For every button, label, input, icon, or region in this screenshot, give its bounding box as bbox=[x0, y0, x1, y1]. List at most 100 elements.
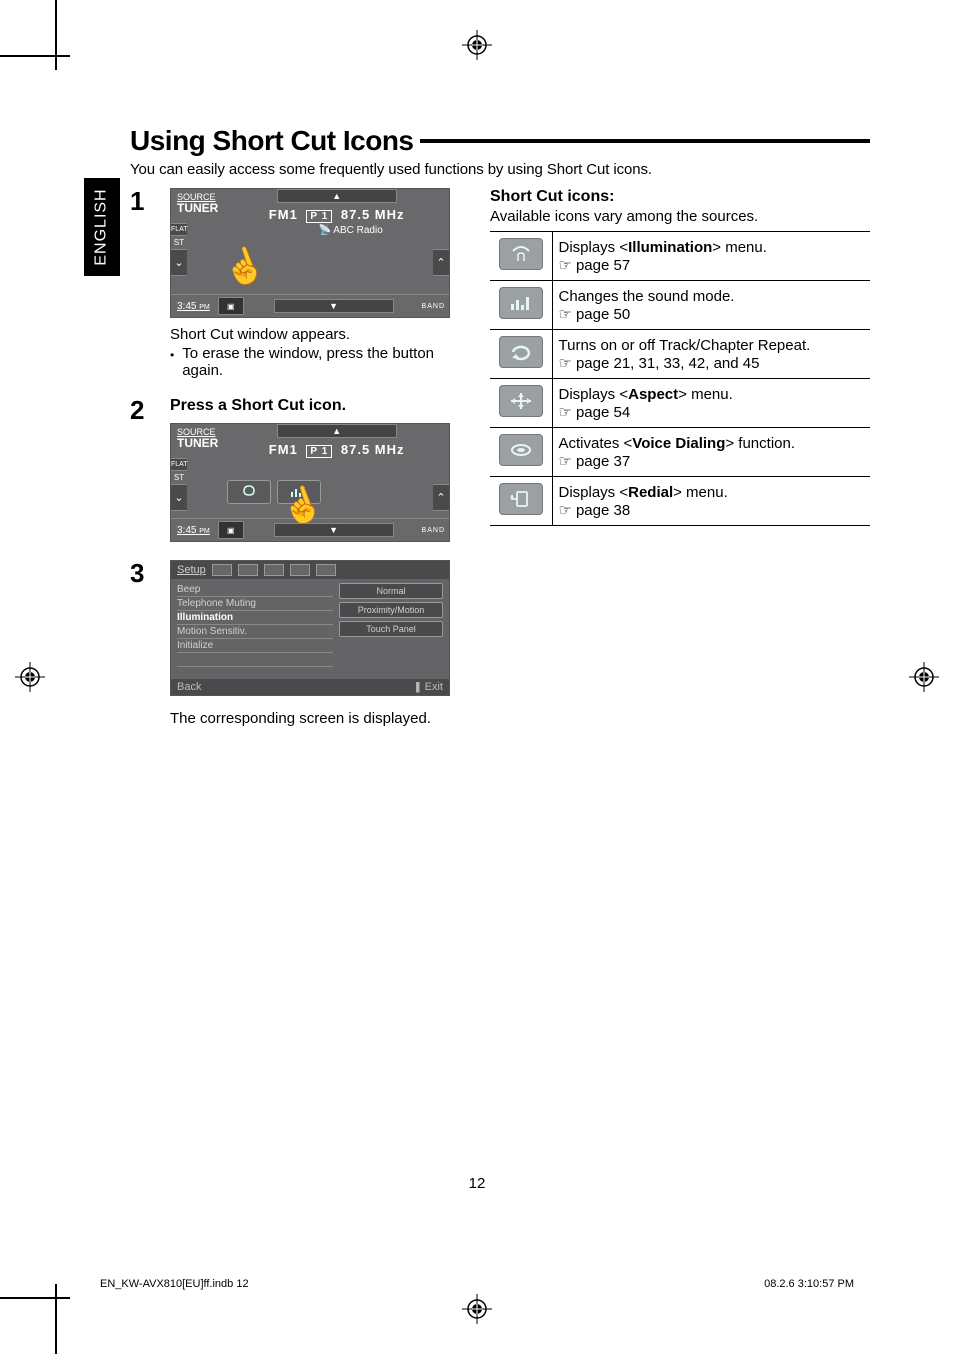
source-button[interactable]: SOURCE TUNER bbox=[171, 424, 224, 451]
title-rule bbox=[420, 139, 871, 143]
step-body: SOURCE TUNER ▲ FM1 P 1 87.5 MHz bbox=[170, 188, 450, 379]
registration-mark-icon bbox=[462, 30, 492, 60]
bullet-icon: • bbox=[170, 345, 174, 379]
page: ENGLISH Using Short Cut Icons You can ea… bbox=[0, 0, 954, 1354]
setup-tabs: Setup bbox=[171, 561, 449, 579]
registration-mark-icon bbox=[909, 662, 939, 692]
back-button[interactable]: Back bbox=[177, 681, 201, 693]
step-number: 1 bbox=[130, 188, 152, 379]
icon-description: Turns on or off Track/Chapter Repeat. pa… bbox=[552, 330, 870, 379]
footer-right: 08.2.6 3:10:57 PM bbox=[764, 1278, 854, 1290]
option-button[interactable]: Proximity/Motion bbox=[339, 602, 443, 618]
aspect-icon bbox=[499, 385, 543, 417]
redial-icon bbox=[499, 483, 543, 515]
language-tab-label: ENGLISH bbox=[93, 188, 111, 265]
step-body: Press a Short Cut icon. SOURCE TUNER ▲ bbox=[170, 397, 450, 542]
crop-mark bbox=[55, 0, 57, 70]
title-row: Using Short Cut Icons bbox=[130, 125, 870, 157]
setup-tab[interactable] bbox=[238, 564, 258, 576]
setup-screenshot: Setup Beep Telephone Muting bbox=[170, 560, 450, 696]
registration-mark-icon bbox=[462, 1294, 492, 1324]
flat-indicator: FLAT bbox=[171, 458, 187, 471]
setup-tab[interactable] bbox=[212, 564, 232, 576]
page-reference: page 21, 31, 33, 42, and 45 bbox=[559, 355, 760, 372]
voice-dialing-icon bbox=[499, 434, 543, 466]
step-1-caption: Short Cut window appears. bbox=[170, 326, 450, 343]
table-row: Activates <Voice Dialing> function. page… bbox=[490, 428, 870, 477]
page-reference: page 38 bbox=[559, 502, 631, 519]
step-number: 2 bbox=[130, 397, 152, 542]
table-row: Displays <Aspect> menu. page 54 bbox=[490, 379, 870, 428]
step-2-title: Press a Short Cut icon. bbox=[170, 397, 450, 415]
page-reference: page 57 bbox=[559, 257, 631, 274]
step-3: 3 Setup bbox=[130, 560, 450, 727]
left-chevron-button[interactable]: ⌄ bbox=[171, 484, 187, 511]
up-arrow-button[interactable]: ▲ bbox=[277, 424, 397, 438]
setup-title: Setup bbox=[177, 564, 206, 576]
list-item[interactable]: Beep bbox=[177, 583, 333, 597]
step-2: 2 Press a Short Cut icon. SOURCE TUNER ▲ bbox=[130, 397, 450, 542]
frequency-display: FM1 P 1 87.5 MHz bbox=[269, 438, 405, 460]
list-item[interactable]: Illumination bbox=[177, 611, 333, 625]
registration-mark-icon bbox=[15, 662, 45, 692]
option-button[interactable]: Touch Panel bbox=[339, 621, 443, 637]
list-item[interactable]: Motion Sensitiv. bbox=[177, 625, 333, 639]
frequency-display: FM1 P 1 87.5 MHz bbox=[269, 203, 405, 225]
setup-tab[interactable] bbox=[264, 564, 284, 576]
page-reference: page 37 bbox=[559, 453, 631, 470]
right-chevron-button[interactable]: ⌃ bbox=[433, 249, 449, 276]
list-item[interactable]: Telephone Muting bbox=[177, 597, 333, 611]
page-reference: page 54 bbox=[559, 404, 631, 421]
stereo-indicator: ST bbox=[171, 471, 187, 484]
step-number: 3 bbox=[130, 560, 152, 727]
icon-description: Displays <Aspect> menu. page 54 bbox=[552, 379, 870, 428]
page-number: 12 bbox=[0, 1175, 954, 1192]
band-button[interactable]: BAND bbox=[422, 527, 449, 534]
setup-options: Normal Proximity/Motion Touch Panel bbox=[339, 583, 449, 667]
list-item[interactable]: Initialize bbox=[177, 639, 333, 653]
stereo-indicator: ST bbox=[171, 236, 187, 249]
source-button[interactable]: SOURCE TUNER bbox=[171, 189, 224, 216]
step-3-caption: The corresponding screen is displayed. bbox=[170, 710, 450, 727]
setup-tab[interactable] bbox=[316, 564, 336, 576]
setup-menu-list: Beep Telephone Muting Illumination Motio… bbox=[171, 583, 339, 667]
list-item bbox=[177, 653, 333, 667]
setup-tab[interactable] bbox=[290, 564, 310, 576]
footer-left: EN_KW-AVX810[EU]ff.indb 12 bbox=[100, 1278, 249, 1290]
step-1-bullet: • To erase the window, press the button … bbox=[170, 345, 450, 379]
tuner-screenshot-1: SOURCE TUNER ▲ FM1 P 1 87.5 MHz bbox=[170, 188, 450, 318]
table-row: Displays <Redial> menu. page 38 bbox=[490, 477, 870, 526]
table-row: Changes the sound mode. page 50 bbox=[490, 281, 870, 330]
illumination-icon bbox=[499, 238, 543, 270]
up-arrow-button[interactable]: ▲ bbox=[277, 189, 397, 203]
stripes-icon: |||| bbox=[415, 681, 418, 693]
intro-text: You can easily access some frequently us… bbox=[130, 161, 870, 178]
down-arrow-button[interactable]: ▼ bbox=[274, 299, 394, 313]
tuner-screenshot-2: SOURCE TUNER ▲ FM1 P 1 87.5 MHz bbox=[170, 423, 450, 542]
band-button[interactable]: BAND bbox=[422, 303, 449, 310]
table-row: Turns on or off Track/Chapter Repeat. pa… bbox=[490, 330, 870, 379]
shortcut-illumination-button[interactable] bbox=[227, 480, 271, 504]
step-1: 1 SOURCE TUNER ▲ bbox=[130, 188, 450, 379]
content-area: ENGLISH Using Short Cut Icons You can ea… bbox=[130, 125, 870, 735]
av-button[interactable]: ▣ bbox=[218, 297, 244, 315]
crop-mark bbox=[0, 1297, 70, 1299]
shortcut-heading: Short Cut icons: bbox=[490, 188, 870, 206]
exit-button[interactable]: Exit bbox=[425, 681, 443, 693]
option-button[interactable]: Normal bbox=[339, 583, 443, 599]
right-chevron-button[interactable]: ⌃ bbox=[433, 484, 449, 511]
flat-indicator: FLAT bbox=[171, 223, 187, 236]
left-chevron-button[interactable]: ⌄ bbox=[171, 249, 187, 276]
left-column: 1 SOURCE TUNER ▲ bbox=[130, 188, 450, 735]
icon-description: Displays <Illumination> menu. page 57 bbox=[552, 232, 870, 281]
page-reference: page 50 bbox=[559, 306, 631, 323]
icon-description: Changes the sound mode. page 50 bbox=[552, 281, 870, 330]
icon-description: Displays <Redial> menu. page 38 bbox=[552, 477, 870, 526]
crop-mark bbox=[0, 55, 70, 57]
av-button[interactable]: ▣ bbox=[218, 521, 244, 539]
shortcut-icon-table: Displays <Illumination> menu. page 57 Ch… bbox=[490, 231, 870, 526]
clock-display: 3:45 PM bbox=[171, 523, 216, 538]
crop-mark bbox=[55, 1284, 57, 1354]
station-name: 📡 ABC Radio bbox=[291, 225, 383, 236]
footer: EN_KW-AVX810[EU]ff.indb 12 08.2.6 3:10:5… bbox=[100, 1278, 854, 1290]
